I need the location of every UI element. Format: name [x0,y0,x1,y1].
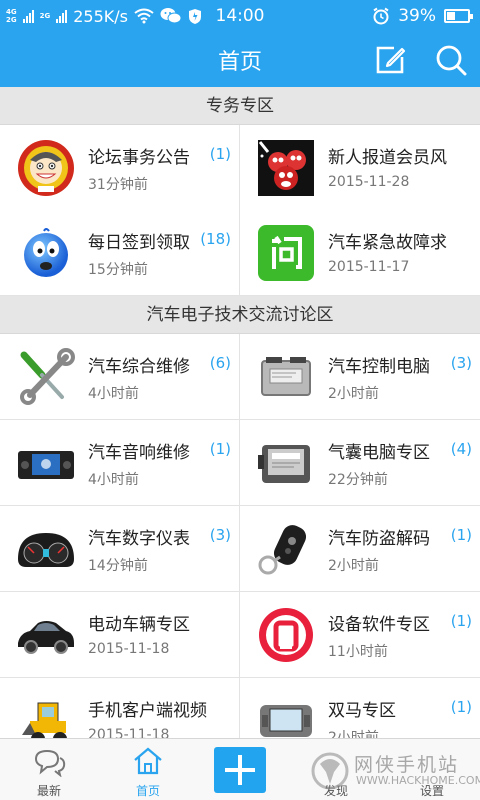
chat-bubbles-icon [34,749,66,777]
airbag-module-icon [258,445,310,483]
board-name: 新人报道会员风 [328,148,447,168]
plus-icon [225,755,255,785]
board-item[interactable]: 新人报道会员风 2015-11-28 [240,125,480,210]
board-name: 汽车防盗解码 [328,529,430,549]
new-post-button[interactable] [214,747,266,793]
board-name: 双马专区 [328,701,396,721]
board-name: 汽车数字仪表 [88,529,190,549]
last-post-time: 2015-11-18 [88,641,170,657]
title-bar: 首页 [0,32,480,87]
search-icon[interactable] [434,44,468,76]
section-header: 专务专区 [0,87,480,125]
last-post-time: 14分钟前 [88,558,148,574]
dashboard-icon [18,533,74,567]
daily-checkin-icon [24,228,68,277]
watermark: 网侠手机站 WWW.HACKHOME.COM [306,748,480,794]
page-title: 首页 [217,50,262,75]
board-name: 气囊电脑专区 [328,443,430,463]
last-post-time: 15分钟前 [88,262,148,278]
newbie-faces-icon [258,140,314,196]
status-right: 39% [372,0,473,32]
post-count: (18) [200,230,231,248]
last-post-time: 22分钟前 [328,472,388,488]
last-post-time: 11小时前 [328,644,388,660]
car-key-icon [258,525,307,575]
nav-label: 最新 [36,784,61,798]
last-post-time: 2小时前 [328,558,379,574]
board-row: 汽车数字仪表 (3) 14分钟前 汽车防盗解码 (1) 2小时前 [0,506,480,592]
post-count: (1) [450,526,472,544]
board-row: 汽车音响维修 (1) 4小时前 气囊电脑专区 (4) 22分钟前 [0,420,480,506]
post-count: (1) [450,698,472,716]
post-count: (1) [450,612,472,630]
watermark-logo-icon [311,752,349,790]
battery-percent: 39% [398,6,436,26]
board-row: 论坛事务公告 (1) 31分钟前 新人报道会员风 2015-11-28 [0,125,480,211]
post-count: (1) [209,440,231,458]
board-item[interactable]: 汽车紧急故障求 2015-11-17 [240,210,480,295]
home-icon [134,747,162,775]
board-name: 汽车控制电脑 [328,357,430,377]
board-name: 论坛事务公告 [88,148,190,168]
board-item[interactable]: 汽车防盗解码 (1) 2小时前 [240,506,480,591]
nav-latest[interactable]: 最新 [1,739,97,800]
last-post-time: 2015-11-28 [328,174,410,190]
last-post-time: 4小时前 [88,472,139,488]
section-header: 汽车电子技术交流讨论区 [0,296,480,334]
electric-car-icon [18,621,74,654]
last-post-time: 2015-11-17 [328,259,410,275]
board-row: 每日签到领取 (18) 15分钟前 汽车紧急故障求 2015-11-17 [0,210,480,296]
post-count: (1) [209,145,231,163]
last-post-time: 2小时前 [328,386,379,402]
board-item[interactable]: 电动车辆专区 2015-11-18 [0,592,240,677]
board-name: 电动车辆专区 [88,615,190,635]
nav-label: 首页 [135,784,160,798]
forum-notice-icon [18,140,74,196]
board-item[interactable]: 汽车音响维修 (1) 4小时前 [0,420,240,505]
board-item[interactable]: 气囊电脑专区 (4) 22分钟前 [240,420,480,505]
post-count: (3) [209,526,231,544]
software-icon [259,608,313,662]
board-item[interactable]: 设备软件专区 (1) 11小时前 [240,592,480,677]
compose-icon[interactable] [374,44,408,76]
watermark-url: WWW.HACKHOME.COM [356,774,480,787]
board-item[interactable]: 论坛事务公告 (1) 31分钟前 [0,125,240,210]
nav-home[interactable]: 首页 [100,739,196,800]
board-item[interactable]: 每日签到领取 (18) 15分钟前 [0,210,240,295]
alarm-icon [373,7,389,25]
question-icon [258,225,314,281]
watermark-text: 网侠手机站 [354,754,460,776]
board-row: 汽车综合维修 (6) 4小时前 汽车控制电脑 (3) 2小时前 [0,334,480,420]
status-bar: 4G 2G 2G 255K/s 14:00 39% [0,0,480,32]
tools-icon [20,348,75,405]
last-post-time: 4小时前 [88,386,139,402]
post-count: (3) [450,354,472,372]
car-stereo-icon [18,451,74,479]
board-item[interactable]: 汽车综合维修 (6) 4小时前 [0,334,240,419]
board-name: 设备软件专区 [328,615,430,635]
ecu-icon [261,357,311,396]
board-name: 手机客户端视频 [88,701,207,721]
board-item[interactable]: 汽车控制电脑 (3) 2小时前 [240,334,480,419]
board-name: 每日签到领取 [88,233,190,253]
battery-icon [444,9,473,23]
post-count: (4) [450,440,472,458]
board-item[interactable]: 汽车数字仪表 (3) 14分钟前 [0,506,240,591]
last-post-time: 31分钟前 [88,177,148,193]
board-name: 汽车紧急故障求 [328,233,447,253]
post-count: (6) [209,354,231,372]
board-name: 汽车综合维修 [88,357,190,377]
board-row: 电动车辆专区 2015-11-18 设备软件专区 (1) 11小时前 [0,592,480,678]
board-name: 汽车音响维修 [88,443,190,463]
